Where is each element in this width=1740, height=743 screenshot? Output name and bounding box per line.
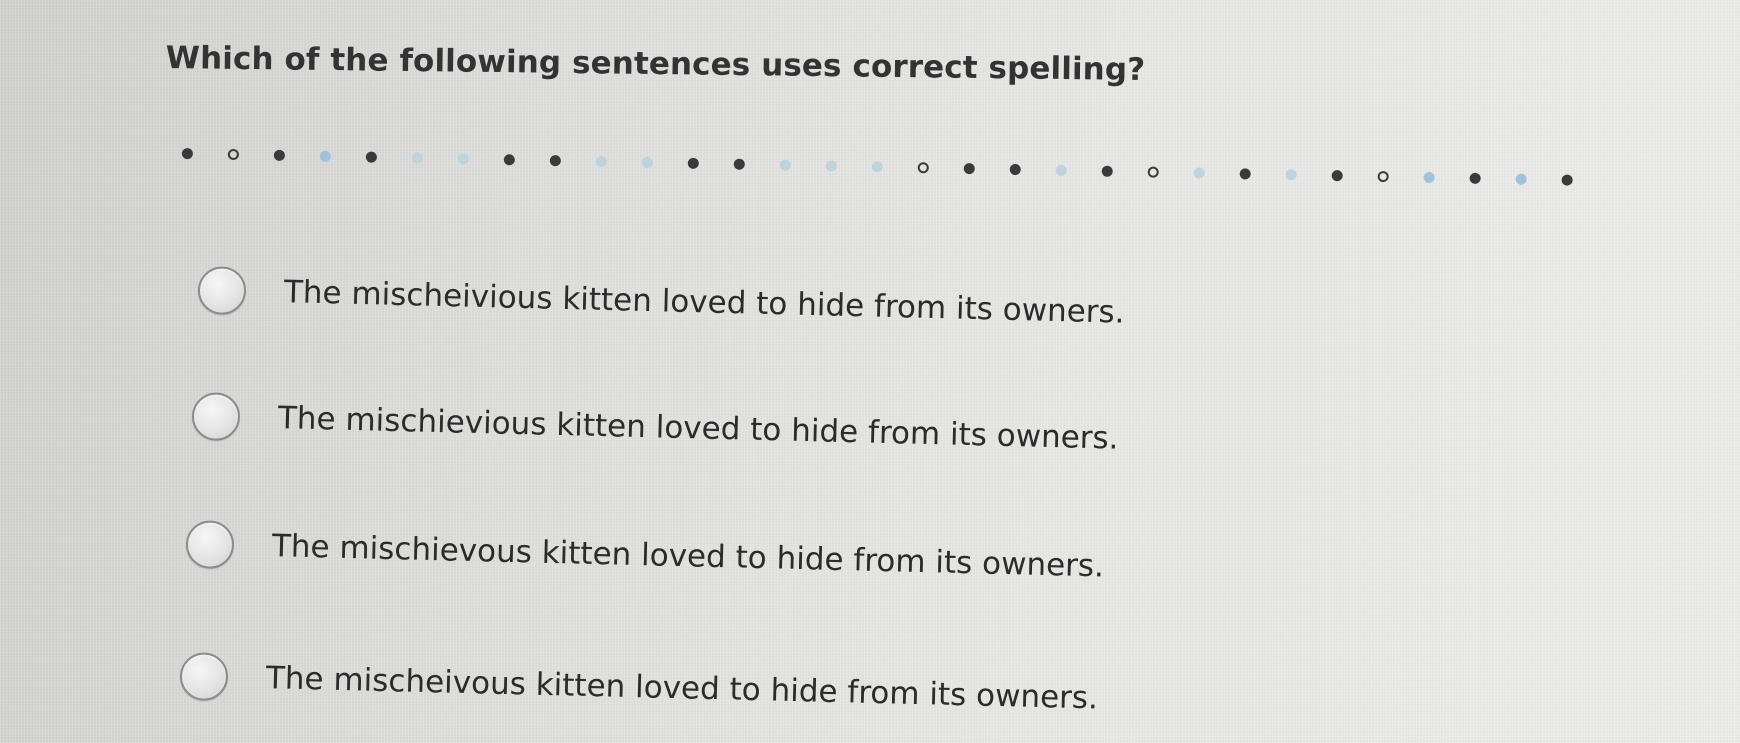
option-label: The mischeivous kitten loved to hide fro… [265, 660, 1099, 717]
radio-button[interactable] [197, 266, 247, 316]
option-label: The mischievous kitten loved to hide fro… [271, 528, 1105, 585]
answer-options: The mischeivious kitten loved to hide fr… [0, 0, 1740, 743]
answer-option-4[interactable]: The mischeivous kitten loved to hide fro… [179, 652, 1098, 722]
answer-option-3[interactable]: The mischievous kitten loved to hide fro… [185, 520, 1104, 590]
answer-option-1[interactable]: The mischeivious kitten loved to hide fr… [197, 266, 1125, 337]
radio-button[interactable] [185, 520, 235, 570]
radio-button[interactable] [179, 652, 229, 702]
answer-option-2[interactable]: The mischievious kitten loved to hide fr… [191, 392, 1119, 463]
option-label: The mischievious kitten loved to hide fr… [277, 400, 1119, 457]
option-label: The mischeivious kitten loved to hide fr… [283, 274, 1125, 331]
radio-button[interactable] [191, 392, 241, 442]
